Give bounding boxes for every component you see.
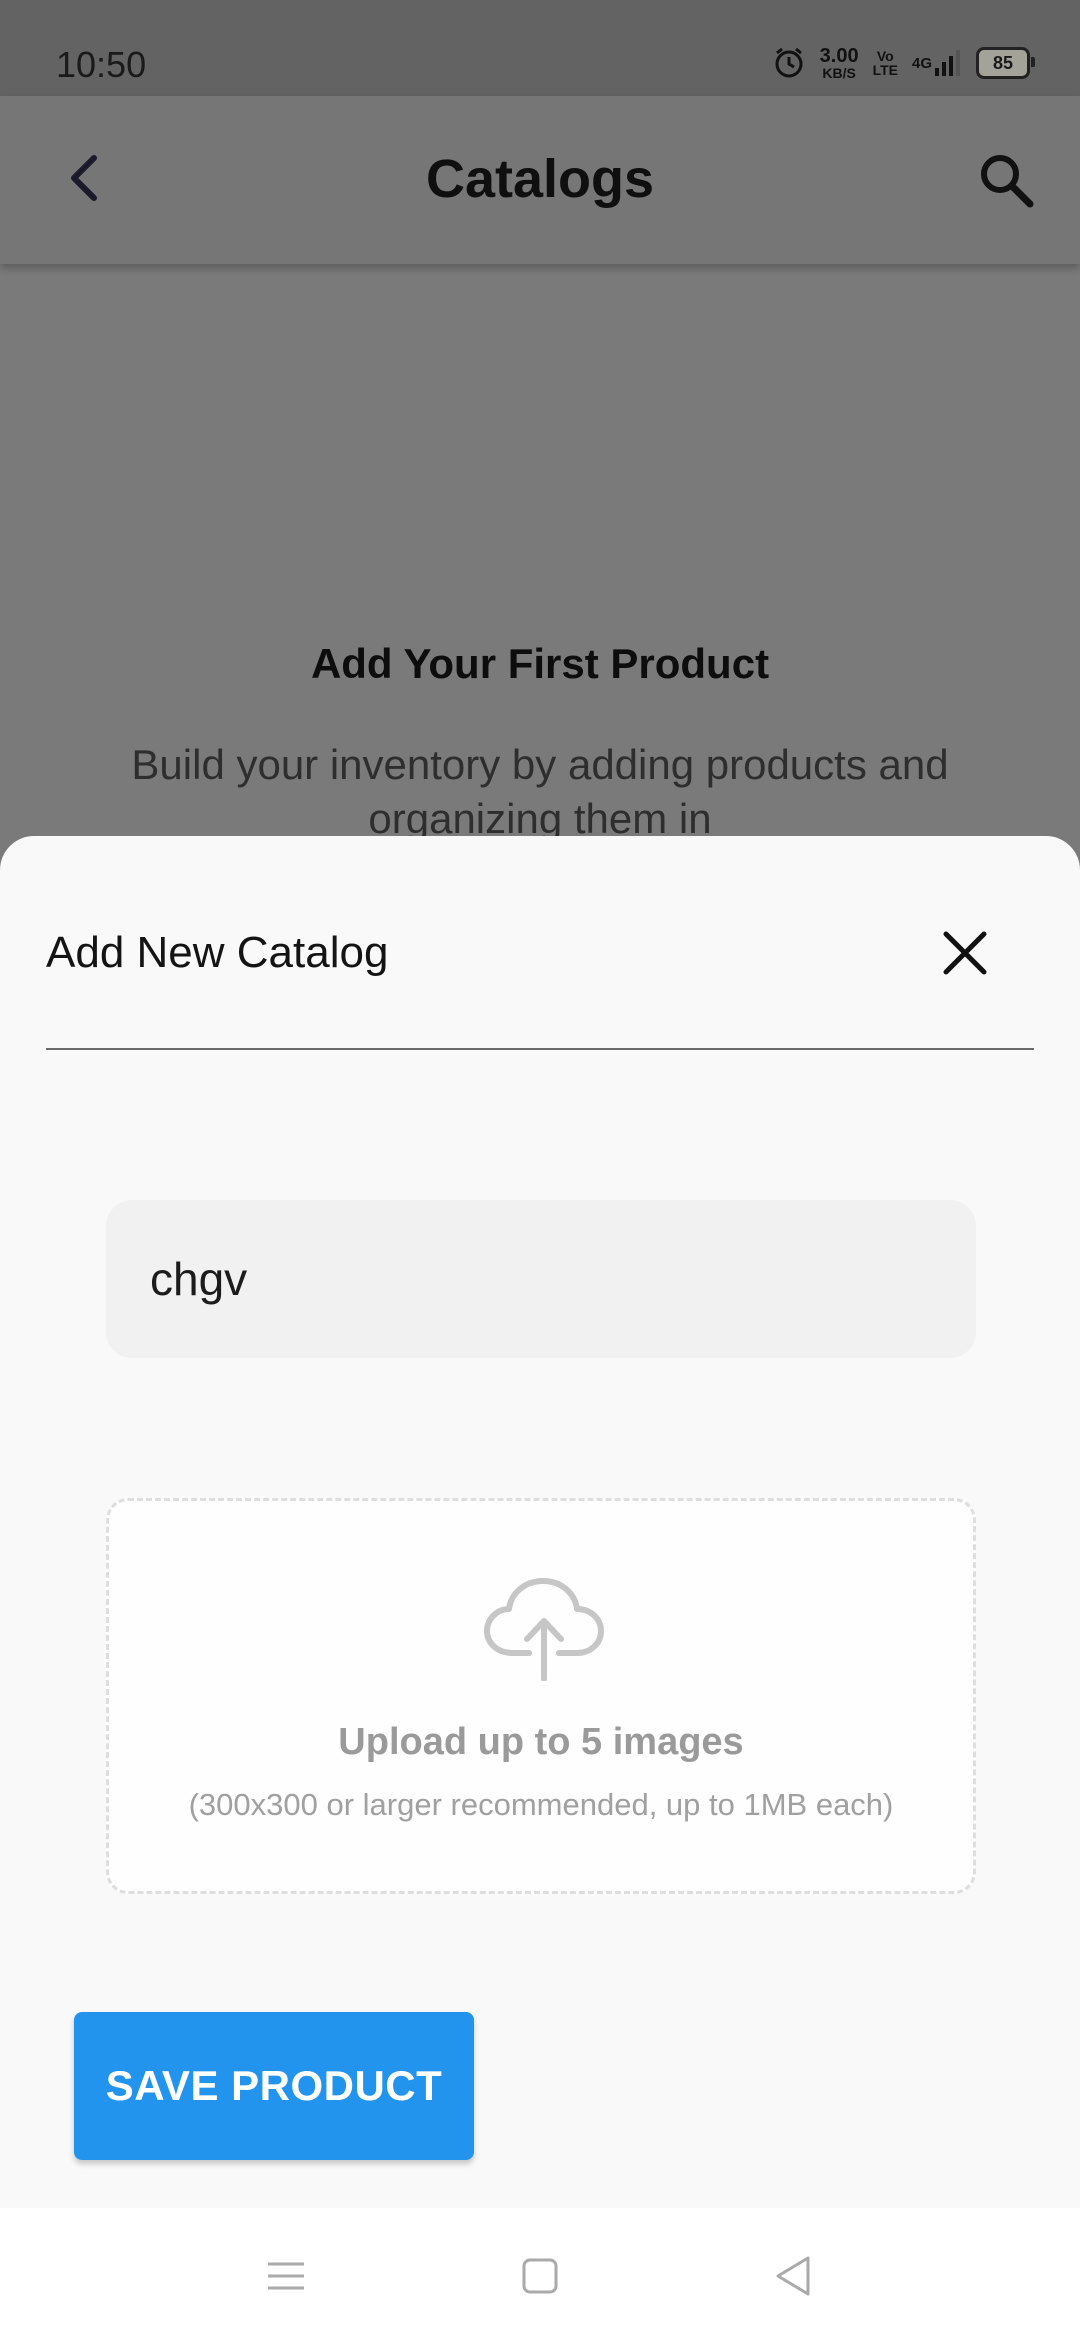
home-button[interactable] xyxy=(516,2252,564,2300)
volte-bottom: LTE xyxy=(872,62,898,78)
close-icon xyxy=(943,931,987,975)
home-square-icon xyxy=(522,2258,558,2294)
close-button[interactable] xyxy=(940,928,990,978)
search-icon xyxy=(981,155,1034,208)
catalog-name-input[interactable]: chgv xyxy=(106,1200,976,1358)
app-bar: Catalogs xyxy=(0,96,1080,264)
empty-state-description: Build your inventory by adding products … xyxy=(131,741,949,842)
page-title: Catalogs xyxy=(425,149,655,209)
image-upload-area[interactable]: Upload up to 5 images (300x300 or larger… xyxy=(106,1498,976,1894)
empty-state-title: Add Your First Product xyxy=(310,640,770,687)
status-icons: 3.00 KB/S Vo LTE 4G 85 xyxy=(772,46,1035,80)
network-speed: 3.00 KB/S xyxy=(820,46,859,80)
divider xyxy=(46,1048,1034,1050)
cloud-upload-icon xyxy=(484,1578,604,1681)
search-button[interactable] xyxy=(976,150,1036,210)
upload-title: Upload up to 5 images xyxy=(338,1721,744,1763)
alarm-icon xyxy=(772,46,806,80)
battery-level: 85 xyxy=(992,52,1014,73)
signal-icon: 4G xyxy=(912,48,962,78)
menu-icon xyxy=(268,2262,304,2290)
add-catalog-sheet: Add New Catalog chgv Upload up to 5 imag… xyxy=(0,836,1080,2208)
speed-unit: KB/S xyxy=(822,65,856,81)
speed-value: 3.00 xyxy=(819,45,859,67)
back-triangle-icon xyxy=(776,2256,810,2296)
back-nav-button[interactable] xyxy=(770,2252,818,2300)
save-product-button[interactable]: SAVE PRODUCT xyxy=(74,2012,474,2160)
volte-indicator: Vo LTE xyxy=(873,49,898,77)
system-nav-bar xyxy=(0,2208,1080,2340)
upload-note: (300x300 or larger recommended, up to 1M… xyxy=(188,1787,894,1822)
catalog-name-value: chgv xyxy=(150,1253,248,1305)
sheet-title: Add New Catalog xyxy=(46,928,389,977)
status-bar: 10:50 3.00 KB/S Vo LTE 4G 85 xyxy=(0,0,1080,96)
menu-button[interactable] xyxy=(262,2252,310,2300)
status-time: 10:50 xyxy=(56,44,147,85)
battery-icon: 85 xyxy=(976,47,1035,79)
network-type: 4G xyxy=(911,54,932,72)
